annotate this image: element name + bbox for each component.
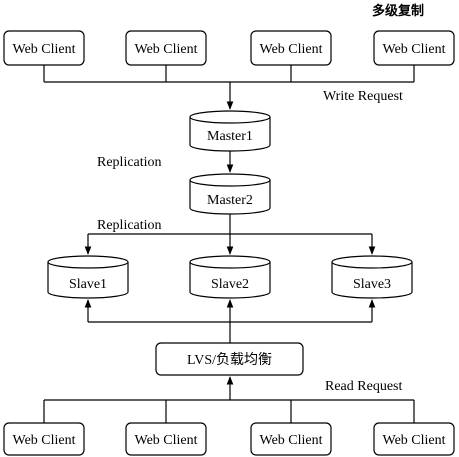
top-web-client-1-label: Web Client xyxy=(12,42,75,57)
read-request-label: Read Request xyxy=(325,379,402,394)
write-request-label: Write Request xyxy=(323,89,403,104)
top-web-client-1: Web Client xyxy=(3,30,85,66)
top-web-client-2-label: Web Client xyxy=(134,42,197,57)
top-web-client-3-label: Web Client xyxy=(259,42,322,57)
master1-database: Master1 xyxy=(189,110,271,152)
slave3-label: Slave3 xyxy=(353,277,391,292)
read-distribution-connector xyxy=(84,299,376,343)
diagram-title: 多级复制 xyxy=(372,3,424,19)
slave3-database: Slave3 xyxy=(331,255,413,299)
bottom-web-client-4: Web Client xyxy=(373,422,455,456)
bottom-web-client-1-label: Web Client xyxy=(12,433,75,448)
replication-label-2: Replication xyxy=(97,218,162,233)
load-balancer-label: LVS/负载均衡 xyxy=(187,352,272,368)
master2-database: Master2 xyxy=(189,173,271,215)
slave1-label: Slave1 xyxy=(69,277,107,292)
slave2-label: Slave2 xyxy=(211,277,249,292)
bottom-web-client-2: Web Client xyxy=(125,422,207,456)
master2-label: Master2 xyxy=(207,193,253,208)
load-balancer: LVS/负载均衡 xyxy=(155,342,304,376)
top-web-client-4: Web Client xyxy=(373,30,455,66)
top-web-client-2: Web Client xyxy=(125,30,207,66)
bottom-web-client-2-label: Web Client xyxy=(134,433,197,448)
bottom-web-client-3-label: Web Client xyxy=(259,433,322,448)
replication-label-1: Replication xyxy=(97,155,162,170)
top-web-client-3: Web Client xyxy=(250,30,332,66)
bottom-web-client-1: Web Client xyxy=(3,422,85,456)
replication-diagram: 多级复制 Web Client Web Client Web Client We… xyxy=(3,3,455,456)
bottom-web-client-4-label: Web Client xyxy=(382,433,445,448)
master1-label: Master1 xyxy=(207,129,253,144)
slave2-database: Slave2 xyxy=(189,255,271,299)
slave1-database: Slave1 xyxy=(47,255,129,299)
bottom-web-client-3: Web Client xyxy=(250,422,332,456)
top-web-client-4-label: Web Client xyxy=(382,42,445,57)
